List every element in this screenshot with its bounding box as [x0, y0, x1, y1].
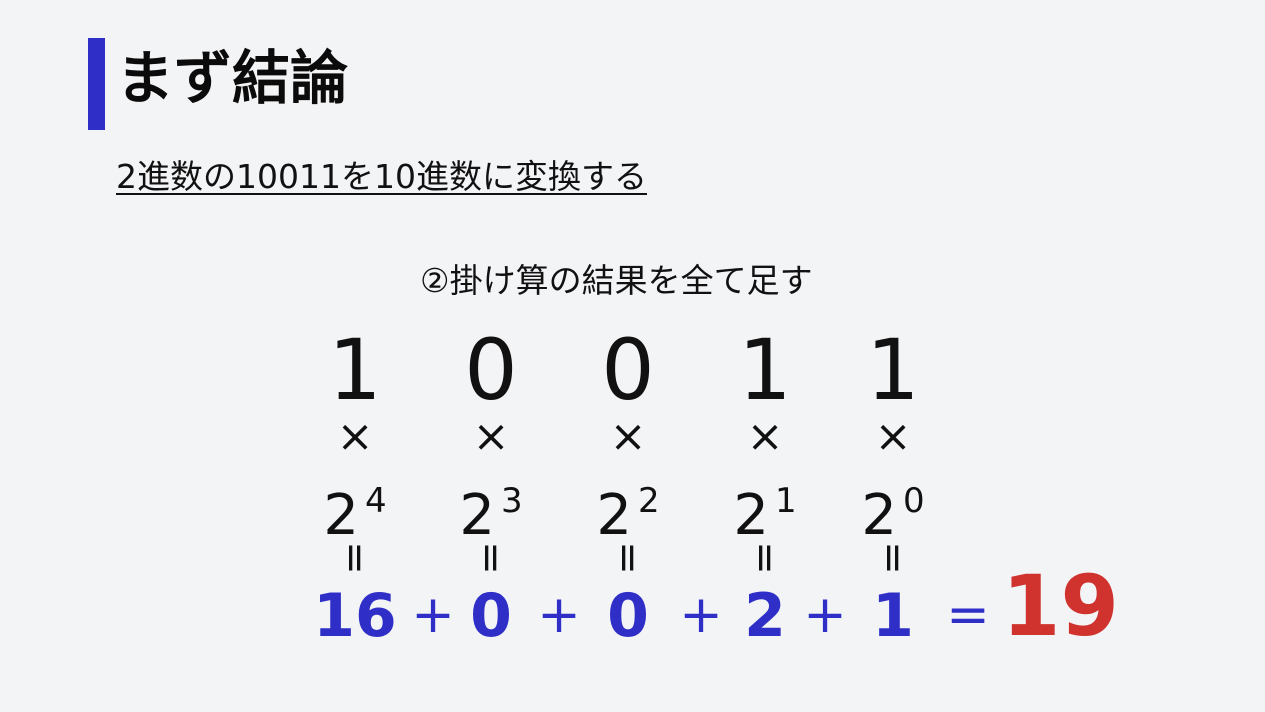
vertical-equals-glyph: = — [467, 541, 514, 575]
binary-digit: 0 — [601, 321, 655, 419]
title-accent-bar — [88, 38, 105, 130]
binary-digit: 0 — [464, 321, 518, 419]
power-exponent: 3 — [501, 481, 523, 521]
times-sign: × — [472, 411, 510, 462]
product-value: 0 — [607, 581, 649, 651]
vertical-equals-sign: = — [843, 530, 943, 586]
problem-statement: 2進数の10011を10進数に変換する — [116, 157, 647, 196]
vertical-equals-glyph: = — [331, 541, 378, 575]
vertical-equals-sign: = — [715, 530, 815, 586]
plus-sign: + — [537, 585, 581, 645]
power-exponent: 0 — [903, 481, 925, 521]
times-sign: × — [746, 411, 784, 462]
vertical-equals-glyph: = — [741, 541, 788, 575]
product-value: 0 — [470, 581, 512, 651]
step-caption: ②掛け算の結果を全て足す — [420, 261, 813, 300]
vertical-equals-sign: = — [305, 530, 405, 586]
total-value: 19 — [1002, 557, 1119, 655]
vertical-equals-sign: = — [578, 530, 678, 586]
vertical-equals-glyph: = — [604, 541, 651, 575]
page-title: まず結論 — [116, 44, 349, 112]
vertical-equals-sign: = — [441, 530, 541, 586]
times-sign: × — [609, 411, 647, 462]
times-sign: × — [874, 411, 912, 462]
binary-digit: 1 — [738, 321, 792, 419]
product-value: 16 — [313, 581, 397, 651]
power-exponent: 1 — [775, 481, 797, 521]
power-exponent: 4 — [365, 481, 387, 521]
binary-digit: 1 — [328, 321, 382, 419]
binary-digit: 1 — [866, 321, 920, 419]
times-sign: × — [336, 411, 374, 462]
vertical-equals-glyph: = — [869, 541, 916, 575]
equals-sign: = — [946, 585, 990, 645]
product-value: 1 — [872, 581, 914, 651]
power-exponent: 2 — [638, 481, 660, 521]
